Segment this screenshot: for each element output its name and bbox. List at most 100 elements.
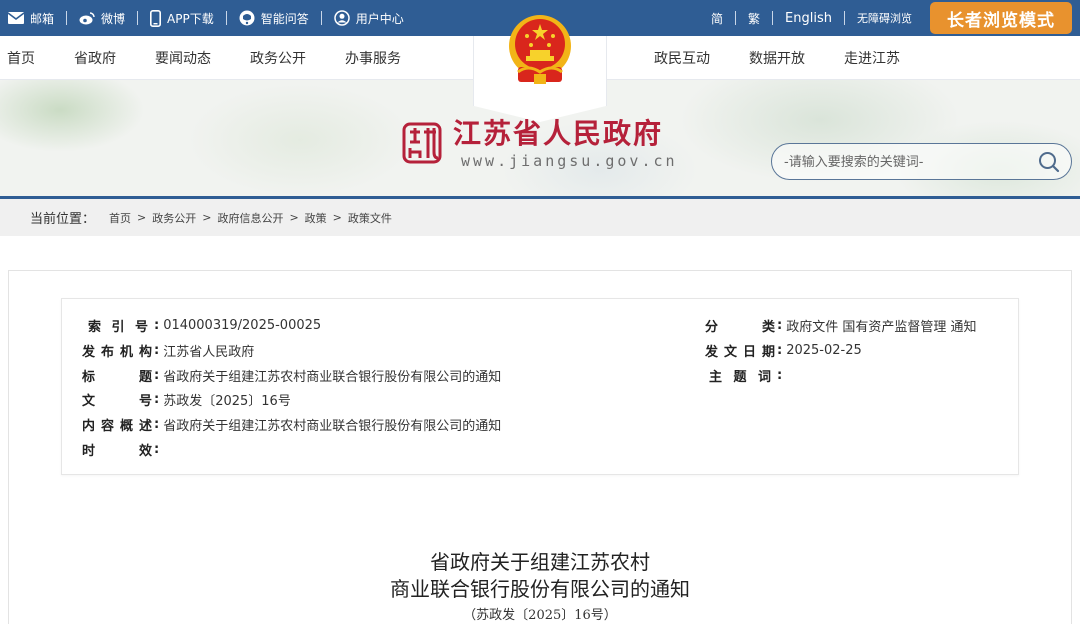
key-char: 号 <box>134 319 148 335</box>
key-char: 引 <box>111 319 125 335</box>
site-logo-icon[interactable] <box>402 122 442 164</box>
breadcrumb-separator: > <box>137 211 147 224</box>
breadcrumb-item-info-disclosure[interactable]: 政府信息公开 <box>217 210 283 226</box>
app-download-label: APP下载 <box>167 11 214 26</box>
key-char: 构 <box>138 344 152 360</box>
divider <box>735 11 737 25</box>
key-char: 容 <box>100 418 114 434</box>
colon: : <box>154 391 160 407</box>
meta-value: 江苏省人民政府 <box>163 344 255 360</box>
breadcrumb-item-policy[interactable]: 政策 <box>305 210 327 226</box>
key-char: 题 <box>733 369 747 385</box>
key-char: 机 <box>119 344 133 360</box>
colon: : <box>154 342 160 358</box>
document-metadata: 索 引 号 : 014000319/2025-00025 发 布 机 构 : 江… <box>61 298 1019 475</box>
meta-key: 文 号 <box>82 390 152 409</box>
nav-services[interactable]: 办事服务 <box>345 48 401 68</box>
key-char: 布 <box>100 344 114 360</box>
breadcrumb-separator: > <box>202 211 212 224</box>
app-download-link[interactable]: APP下载 <box>150 9 214 27</box>
national-emblem-icon[interactable] <box>504 12 576 88</box>
meta-summary: 内 容 概 述 : 省政府关于组建江苏农村商业联合银行股份有限公司的通知 <box>82 414 501 434</box>
nav-interaction[interactable]: 政民互动 <box>654 48 710 68</box>
breadcrumb-separator: > <box>332 211 342 224</box>
weibo-label: 微博 <box>101 11 126 26</box>
nav-about-jiangsu[interactable]: 走进江苏 <box>844 48 900 68</box>
document-number: （苏政发〔2025〕16号） <box>463 608 617 623</box>
meta-validity: 时 效 : <box>82 439 163 459</box>
key-char: 题 <box>138 369 152 385</box>
elder-mode-button[interactable]: 长者浏览模式 <box>930 2 1072 34</box>
breadcrumb-item-home[interactable]: 首页 <box>109 210 131 226</box>
key-char: 号 <box>138 393 152 409</box>
divider <box>320 11 322 25</box>
breadcrumb-item-government-affairs[interactable]: 政务公开 <box>152 210 196 226</box>
document-title-line-1: 省政府关于组建江苏农村 <box>430 550 650 574</box>
colon: : <box>777 342 783 358</box>
key-char: 分 <box>705 319 719 335</box>
key-char: 文 <box>723 344 737 360</box>
nav-government-affairs[interactable]: 政务公开 <box>250 48 306 68</box>
weibo-icon <box>79 11 95 25</box>
key-char: 发 <box>705 344 719 360</box>
nav-news[interactable]: 要闻动态 <box>155 48 211 68</box>
meta-value: 014000319/2025-00025 <box>163 317 322 333</box>
nav-provincial-government[interactable]: 省政府 <box>74 48 116 68</box>
user-icon <box>333 10 350 26</box>
key-char: 期 <box>761 344 775 360</box>
meta-index-number: 索 引 号 : 014000319/2025-00025 <box>84 315 321 335</box>
meta-key: 内 容 概 述 <box>82 415 152 434</box>
mail-link[interactable]: 邮箱 <box>8 10 54 27</box>
utility-links-right: 简 繁 English 无障碍浏览 长者浏览模式 <box>711 0 1072 36</box>
meta-keywords: 主 题 词 : <box>705 365 786 385</box>
search-icon[interactable] <box>1037 150 1061 174</box>
meta-key: 发 文 日 期 <box>705 341 775 360</box>
document-title-line-2: 商业联合银行股份有限公司的通知 <box>390 577 690 601</box>
meta-value: 2025-02-25 <box>786 342 862 358</box>
main-nav-right: 政民互动 数据开放 走进江苏 <box>654 36 939 80</box>
smart-qa-link[interactable]: 智能问答 <box>239 10 309 27</box>
user-center-link[interactable]: 用户中心 <box>333 10 404 27</box>
meta-key: 主 题 词 <box>705 366 775 385</box>
colon: : <box>154 317 160 333</box>
divider <box>225 11 227 25</box>
weibo-link[interactable]: 微博 <box>79 10 125 27</box>
meta-key: 索 引 号 <box>84 316 152 335</box>
accessibility-link[interactable]: 无障碍浏览 <box>857 10 912 26</box>
meta-doc-number: 文 号 : 苏政发〔2025〕16号 <box>82 389 291 409</box>
key-char: 效 <box>138 443 152 459</box>
key-char: 发 <box>82 344 96 360</box>
meta-publisher: 发 布 机 构 : 江苏省人民政府 <box>82 340 254 360</box>
divider <box>772 11 774 25</box>
key-char: 索 <box>88 319 102 335</box>
key-char: 概 <box>119 418 133 434</box>
meta-title: 标 题 : 省政府关于组建江苏农村商业联合银行股份有限公司的通知 <box>82 365 501 385</box>
chat-icon <box>239 10 255 26</box>
nav-open-data[interactable]: 数据开放 <box>749 48 805 68</box>
simplified-chinese-link[interactable]: 简 <box>711 10 723 27</box>
key-char: 文 <box>82 393 96 409</box>
breadcrumb-item-policy-documents[interactable]: 政策文件 <box>348 210 392 226</box>
main-nav-left: 首页 省政府 要闻动态 政务公开 办事服务 <box>0 36 440 80</box>
colon: : <box>777 317 783 333</box>
divider <box>66 11 68 25</box>
key-char: 词 <box>757 369 771 385</box>
breadcrumb-bar: 当前位置： 首页 > 政务公开 > 政府信息公开 > 政策 > 政策文件 <box>0 199 1080 236</box>
utility-links-left: 邮箱 微博 APP下载 智能问答 用户中心 <box>8 0 404 36</box>
breadcrumb: 当前位置： 首页 > 政务公开 > 政府信息公开 > 政策 > 政策文件 <box>30 199 392 236</box>
search-input[interactable] <box>784 152 1034 172</box>
traditional-chinese-link[interactable]: 繁 <box>748 10 760 27</box>
nav-home[interactable]: 首页 <box>7 48 35 68</box>
meta-value: 政府文件 国有资产监督管理 通知 <box>786 319 977 335</box>
meta-key: 发 布 机 构 <box>82 341 152 360</box>
key-char: 类 <box>761 319 775 335</box>
english-link[interactable]: English <box>785 11 832 26</box>
meta-category: 分 类 : 政府文件 国有资产监督管理 通知 <box>705 315 976 335</box>
meta-key: 标 题 <box>82 366 152 385</box>
key-char: 述 <box>138 418 152 434</box>
smart-qa-label: 智能问答 <box>260 11 309 26</box>
search-box <box>771 143 1072 180</box>
divider <box>137 11 139 25</box>
key-char: 日 <box>742 344 756 360</box>
key-char: 主 <box>709 369 723 385</box>
